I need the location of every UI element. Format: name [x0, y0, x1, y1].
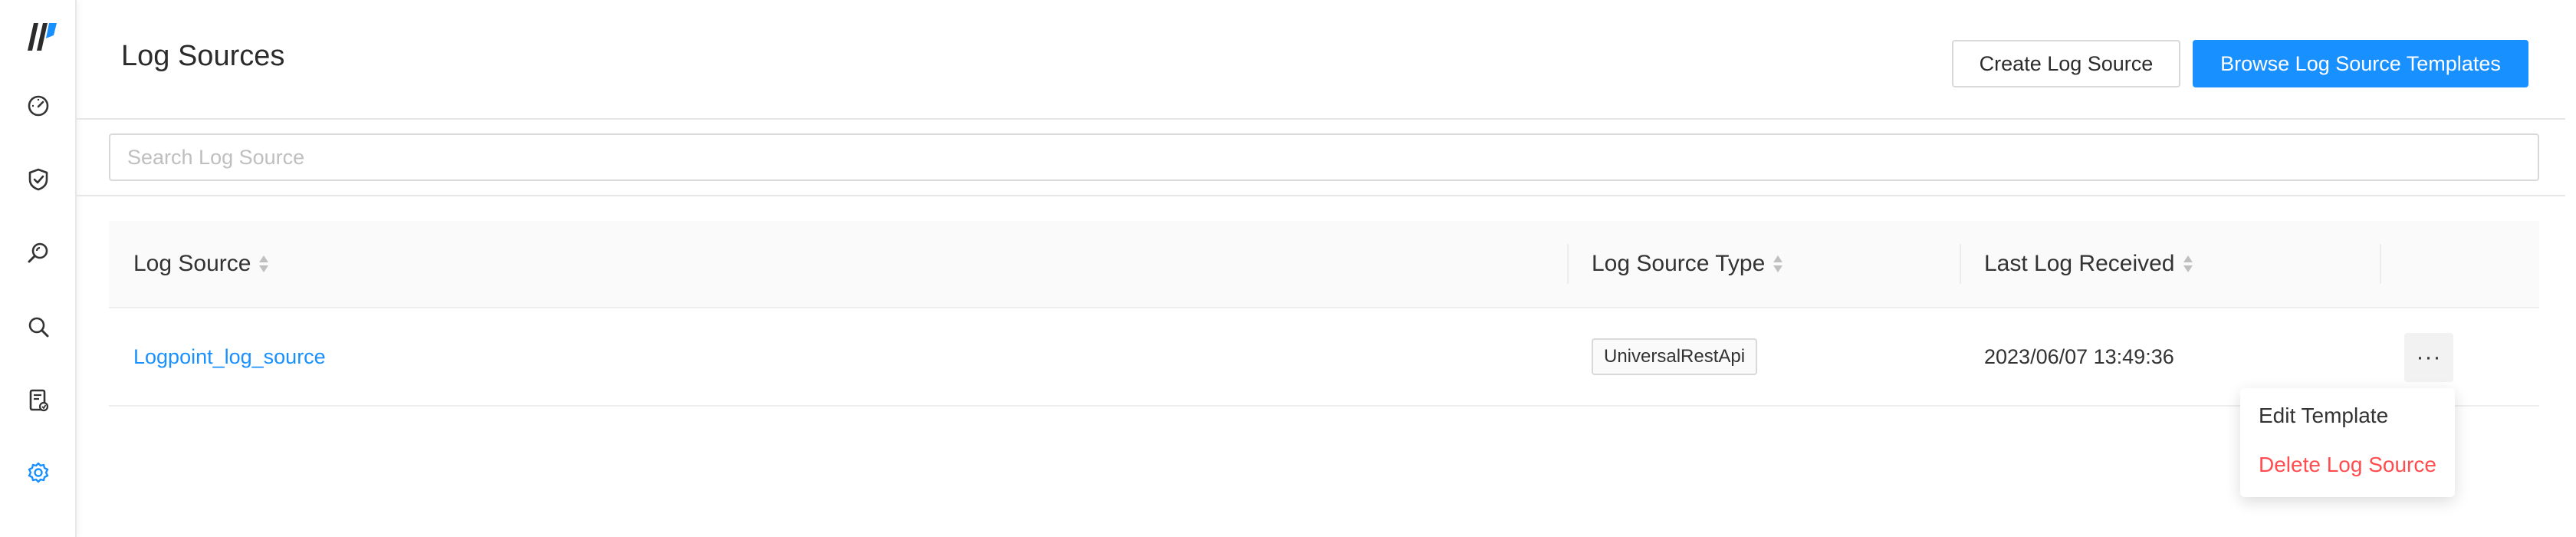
- column-separator: [1567, 244, 1569, 284]
- header-divider: [77, 118, 2565, 120]
- sort-icon[interactable]: [258, 254, 269, 274]
- logpoint-logo[interactable]: [23, 21, 58, 52]
- create-log-source-button[interactable]: Create Log Source: [1952, 40, 2180, 87]
- edit-template-menu-item[interactable]: Edit Template: [2259, 404, 2388, 428]
- column-header-label: Log Source: [133, 251, 251, 276]
- row-actions-menu: Edit Template Delete Log Source: [2240, 388, 2455, 497]
- column-header-log-source[interactable]: Log Source: [133, 221, 269, 307]
- report-document-icon[interactable]: [23, 385, 54, 416]
- search-log-source-input[interactable]: [109, 133, 2539, 181]
- log-source-cell: Logpoint_log_source: [133, 308, 326, 405]
- column-header-last-log-received[interactable]: Last Log Received: [1984, 221, 2193, 307]
- investigate-search-icon[interactable]: [23, 238, 54, 268]
- dashboard-gauge-icon[interactable]: [23, 91, 54, 121]
- sort-icon[interactable]: [1773, 254, 1783, 274]
- last-log-received-value: 2023/06/07 13:49:36: [1984, 344, 2174, 368]
- log-source-link[interactable]: Logpoint_log_source: [133, 345, 326, 369]
- settings-gear-icon[interactable]: [23, 459, 54, 489]
- last-log-received-cell: 2023/06/07 13:49:36: [1984, 308, 2174, 405]
- log-source-type-tag: UniversalRestApi: [1592, 338, 1758, 375]
- ellipsis-icon: ···: [2416, 344, 2442, 370]
- table-header: Log Source Log Source Type Last Log Rece…: [109, 221, 2539, 308]
- column-header-label: Last Log Received: [1984, 251, 2175, 276]
- column-header-log-source-type[interactable]: Log Source Type: [1592, 221, 1783, 307]
- sort-icon[interactable]: [2183, 254, 2193, 274]
- log-source-type-cell: UniversalRestApi: [1592, 308, 1758, 405]
- column-separator: [2380, 244, 2381, 284]
- search-icon[interactable]: [23, 311, 54, 342]
- delete-log-source-menu-item[interactable]: Delete Log Source: [2259, 453, 2436, 477]
- column-header-label: Log Source Type: [1592, 251, 1766, 276]
- sidebar: [0, 0, 77, 537]
- shield-check-icon[interactable]: [23, 164, 54, 195]
- table-row: Logpoint_log_source UniversalRestApi 202…: [109, 308, 2539, 407]
- more-actions-button[interactable]: ···: [2404, 333, 2453, 382]
- column-separator: [1960, 244, 1961, 284]
- search-divider: [77, 195, 2565, 196]
- page-title: Log Sources: [121, 40, 285, 72]
- browse-log-source-templates-button[interactable]: Browse Log Source Templates: [2193, 40, 2528, 87]
